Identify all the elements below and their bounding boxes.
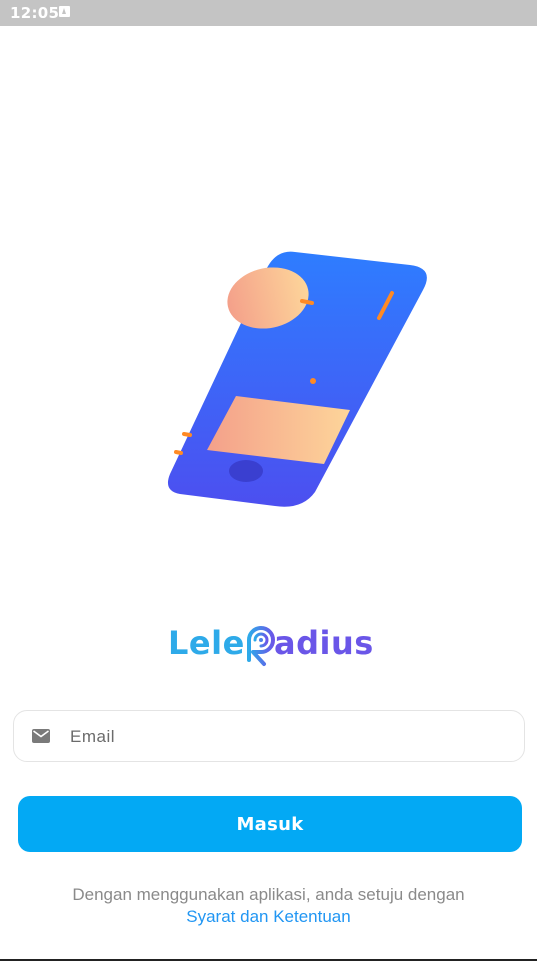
status-bar: 12:05 bbox=[0, 0, 537, 26]
email-input[interactable] bbox=[68, 711, 512, 763]
app-logo: Lele adius bbox=[168, 616, 378, 672]
email-field[interactable] bbox=[13, 710, 525, 763]
terms-text: Dengan menggunakan aplikasi, anda setuju… bbox=[72, 885, 465, 904]
status-time: 12:05 bbox=[10, 4, 60, 22]
terms-notice: Dengan menggunakan aplikasi, anda setuju… bbox=[0, 884, 537, 928]
notification-icon bbox=[59, 6, 70, 17]
logo-text-part2: adius bbox=[274, 624, 374, 662]
logo-text-part1: Lele bbox=[168, 624, 245, 662]
terms-link[interactable]: Syarat dan Ketentuan bbox=[0, 906, 537, 928]
login-button[interactable]: Masuk bbox=[18, 796, 522, 852]
phone-illustration bbox=[167, 251, 427, 507]
mail-icon bbox=[32, 729, 50, 743]
